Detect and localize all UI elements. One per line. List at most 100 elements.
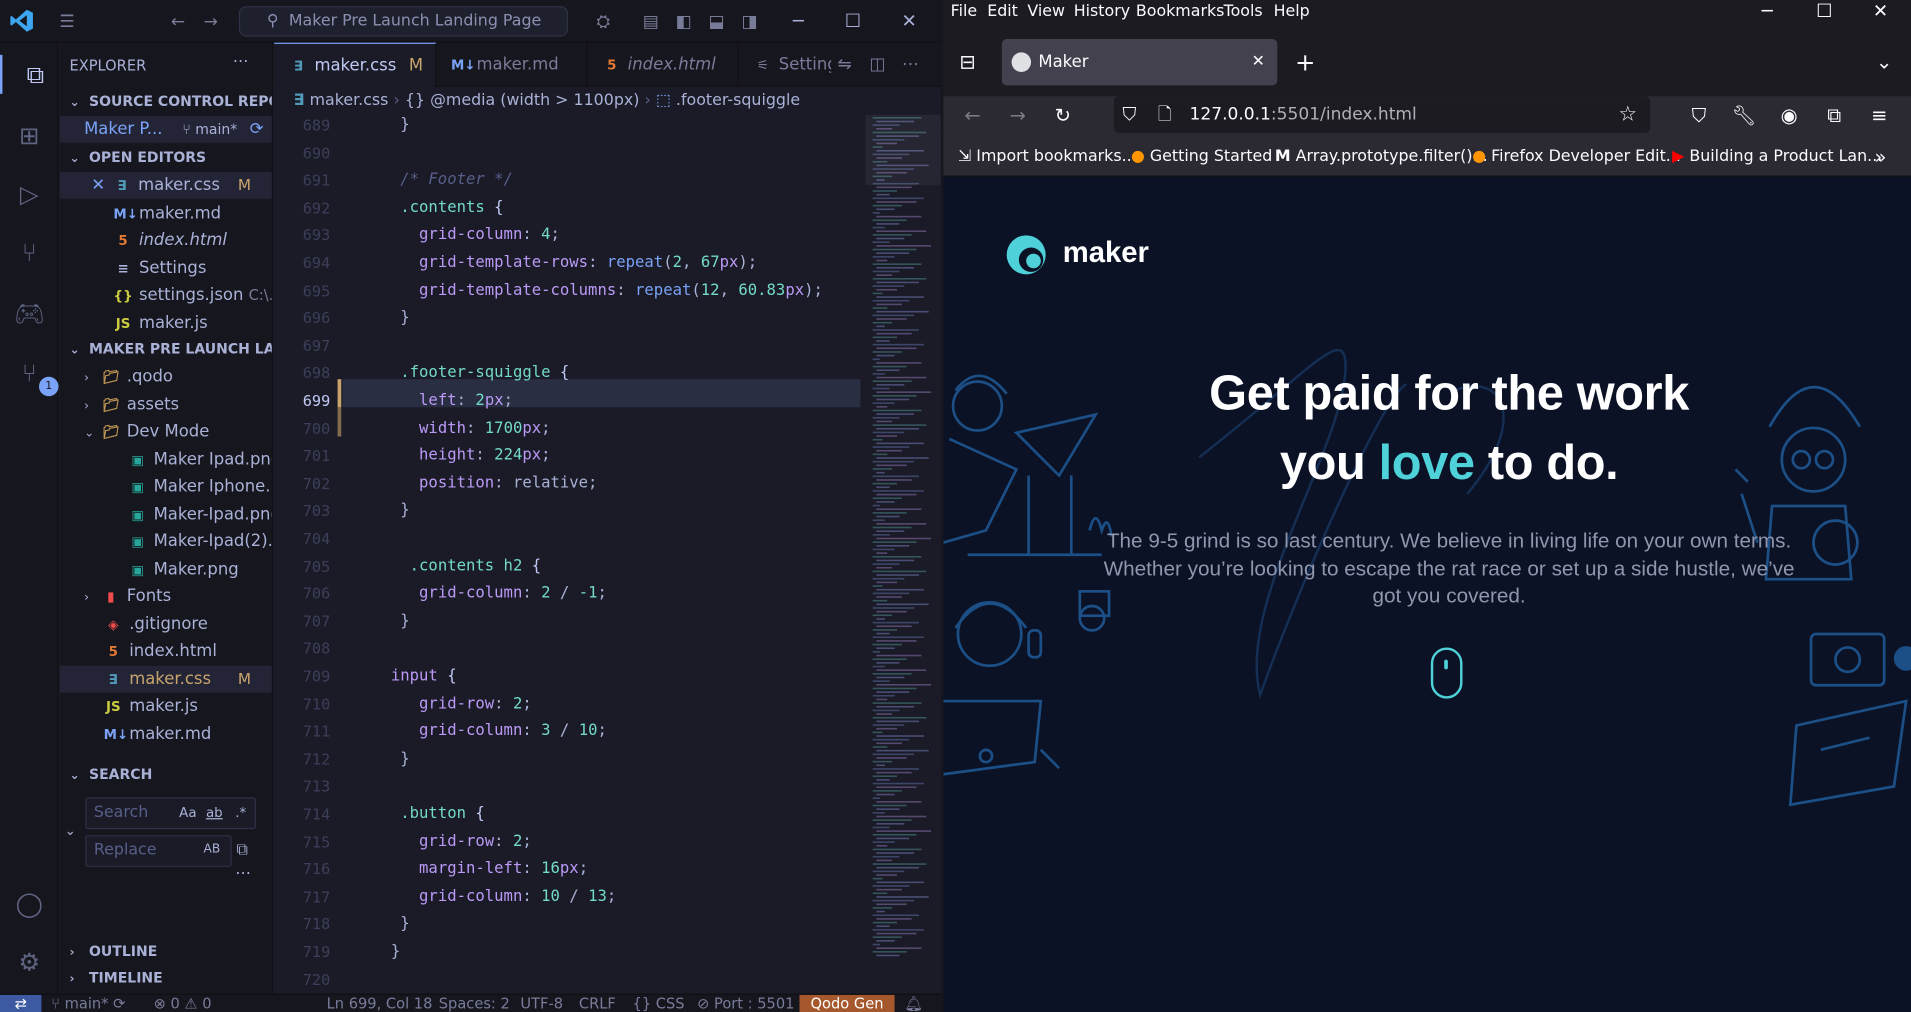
close-icon[interactable]: ✕ (91, 176, 105, 196)
gamepad-icon[interactable]: 🎮︎ (10, 294, 49, 333)
code-line[interactable]: left: 2px; (381, 391, 513, 409)
match-word-icon[interactable]: ab (206, 805, 223, 821)
reload-icon[interactable]: ↻ (1048, 101, 1077, 130)
pocket-icon[interactable]: ⛉ (1684, 101, 1713, 130)
new-tab-icon[interactable]: + (1291, 48, 1320, 77)
maximize-icon[interactable]: ☐ (839, 7, 868, 34)
file-tree-item[interactable]: JS maker.js (60, 693, 272, 720)
url-bar[interactable]: ⛉ 🗋︎ 127.0.0.1:5501/index.html ☆ (1113, 96, 1651, 133)
code-line[interactable]: } (381, 750, 409, 768)
maker-logo-icon[interactable] (1004, 233, 1053, 282)
menu-bookmarks[interactable]: Bookmarks (1136, 0, 1225, 24)
tab-maker-md[interactable]: M↓maker.md (436, 42, 588, 87)
bookmark-building-product[interactable]: ▶ Building a Product Lan... (1672, 146, 1882, 168)
editor-more-icon[interactable]: ⋯ (898, 52, 922, 76)
code-line[interactable]: /* Footer */ (381, 171, 513, 189)
file-tree-item[interactable]: ▣Maker-Ipad(2).p... (60, 528, 271, 555)
toggle-replace-icon[interactable]: ⌄ (65, 823, 76, 839)
minimap[interactable] (865, 114, 941, 994)
notifications-icon[interactable]: 🔔︎ (904, 995, 923, 1012)
menu-file[interactable]: File (951, 0, 978, 24)
file-tree-item[interactable]: M↓maker.md (60, 720, 272, 747)
more-bookmarks-icon[interactable]: » (1874, 146, 1886, 168)
code-line[interactable]: width: 1700px; (381, 419, 551, 437)
command-center-search[interactable]: ⚲ Maker Pre Launch Landing Page (238, 6, 568, 37)
open-editor-item[interactable]: {}settings.json C:\... (60, 282, 272, 309)
firefox-view-icon[interactable]: ⊟ (953, 48, 982, 77)
code-line[interactable]: .footer-squiggle { (381, 364, 569, 382)
ff-tab-maker[interactable]: Maker ✕ (1001, 39, 1278, 86)
git-graph-icon[interactable]: ⑂ 1 (10, 354, 59, 397)
close-tab-icon[interactable]: ✕ (1252, 39, 1265, 85)
menu-edit[interactable]: Edit (987, 0, 1018, 24)
code-line[interactable]: } (381, 116, 409, 134)
project-header[interactable]: ⌄ MAKER PRE LAUNCH LAN... (60, 335, 271, 362)
close-icon[interactable]: ✕ (895, 7, 924, 34)
chevron-down-icon[interactable]: ⌄ (84, 421, 101, 445)
file-tree-item[interactable]: ▣ Maker Ipad.png (60, 446, 271, 473)
chevron-right-icon[interactable]: › (84, 585, 101, 609)
toggle-panel-icon[interactable]: ⬓ (704, 10, 728, 34)
search-input[interactable]: Search Aa ab .* (85, 797, 256, 830)
bookmark-firefox-dev[interactable]: ● Firefox Developer Edit... (1472, 146, 1681, 168)
devtools-wrench-icon[interactable]: 🔧︎ (1729, 101, 1758, 130)
toggle-secondary-sidebar-icon[interactable]: ◨ (737, 10, 761, 34)
open-editor-item[interactable]: ✕ ∃ maker.css M (59, 171, 272, 199)
code-line[interactable]: } (381, 502, 409, 520)
code-line[interactable]: .contents { (381, 198, 503, 216)
extensions-icon[interactable]: ⧉ (1820, 101, 1849, 130)
code-editor[interactable]: 689 } 690 691 /* Footer */ 692 .contents {6… (274, 114, 866, 994)
code-line[interactable]: input { (381, 667, 457, 685)
tab-index-html[interactable]: 5 index.html (587, 42, 739, 87)
preserve-case-icon[interactable]: AB (204, 843, 221, 856)
repo-row[interactable]: Maker P... ⑂ main* ⟳ (59, 115, 272, 143)
account-icon[interactable]: ◯ (10, 884, 49, 923)
code-line[interactable]: grid-template-rows: repeat(2, 67px); (381, 254, 757, 272)
explorer-icon[interactable]: ⧉ (0, 54, 59, 94)
status-encoding[interactable]: UTF-8 (520, 995, 563, 1012)
status-language[interactable]: {} CSS (633, 995, 685, 1012)
ff-close-icon[interactable]: ✕ (1866, 0, 1895, 24)
toggle-sidebar-icon[interactable]: ◧ (672, 10, 696, 34)
timeline-header[interactable]: › TIMELINE (60, 964, 272, 991)
replace-input[interactable]: Replace AB (85, 835, 232, 867)
outline-header[interactable]: › OUTLINE (60, 938, 272, 965)
status-qodo[interactable]: Qodo Gen (799, 994, 895, 1012)
status-problems[interactable]: ⊗ 0 ⚠ 0 (154, 995, 212, 1012)
copilot-icon[interactable]: ⛭ (585, 10, 622, 34)
regex-icon[interactable]: .* (235, 805, 246, 821)
code-line[interactable]: grid-column: 4; (381, 226, 560, 244)
replace-all-icon[interactable]: ⧉ (236, 841, 247, 859)
forward-arrow-icon[interactable]: → (199, 10, 223, 34)
open-editor-item[interactable]: M↓maker.md (60, 199, 272, 226)
chevron-right-icon[interactable]: › (84, 366, 101, 390)
source-control-header[interactable]: ⌄ SOURCE CONTROL REPOSI... (60, 88, 271, 115)
menu-help[interactable]: Help (1274, 0, 1310, 24)
chevron-right-icon[interactable]: › (84, 393, 101, 417)
bookmark-array-filter[interactable]: M Array.prototype.filter()... (1275, 146, 1488, 168)
minimize-icon[interactable]: ─ (784, 7, 813, 34)
sync-icon[interactable]: ⟳ (250, 119, 264, 139)
code-line[interactable]: } (381, 309, 409, 327)
file-tree-item[interactable]: › 📁︎ assets (60, 391, 272, 418)
code-line[interactable]: height: 224px; (381, 446, 551, 464)
menu-history[interactable]: History (1074, 0, 1130, 24)
more-search-icon[interactable]: ⋯ (235, 864, 251, 882)
forward-icon[interactable]: → (1003, 101, 1032, 130)
match-case-icon[interactable]: Aa (179, 805, 196, 821)
file-tree-item[interactable]: ◈ .gitignore (60, 610, 272, 637)
file-tree-item[interactable]: ▣ Maker-Ipad.png (60, 501, 271, 528)
file-tree-item[interactable]: ▣ Maker.png (60, 555, 272, 582)
status-eol[interactable]: CRLF (579, 995, 616, 1012)
code-line[interactable]: grid-column: 10 / 13; (381, 887, 616, 905)
code-line[interactable]: grid-column: 2 / -1; (381, 584, 607, 602)
menu-icon[interactable]: ☰ (55, 10, 79, 34)
status-indent[interactable]: Spaces: 2 (439, 995, 510, 1012)
menu-tools[interactable]: Tools (1224, 0, 1263, 24)
source-control-icon[interactable]: ⑂ (10, 233, 49, 272)
file-tree-item[interactable]: › ▮ Fonts (60, 583, 272, 610)
open-changes-icon[interactable]: ⇋ (832, 52, 856, 76)
code-line[interactable]: grid-column: 3 / 10; (381, 722, 607, 740)
tab-maker-css[interactable]: ∃maker.css M ✕ (274, 42, 437, 87)
code-line[interactable]: .button { (381, 805, 485, 823)
